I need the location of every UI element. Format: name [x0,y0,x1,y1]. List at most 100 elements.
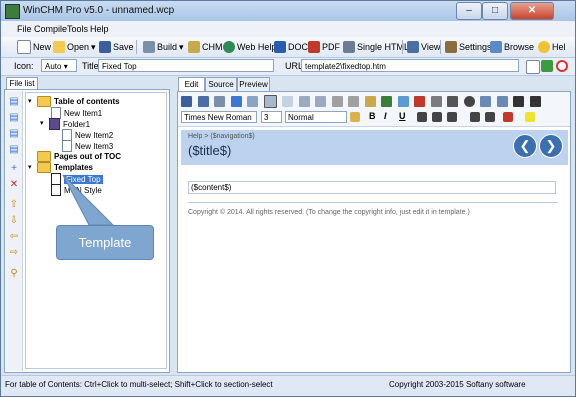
app-icon [5,4,20,19]
pdf-button[interactable]: PDF [308,39,340,55]
paragraph-style-select[interactable]: Normal [285,111,347,123]
bold-button[interactable]: B [369,111,376,121]
move-down-icon[interactable]: ⇩ [9,216,19,226]
copyright-icon[interactable] [463,96,475,107]
tab-preview[interactable]: Preview [237,77,270,91]
minimize-button[interactable]: – [456,2,482,20]
paragraph-icon[interactable] [282,96,294,107]
highlight-icon[interactable] [525,112,535,122]
redo-icon[interactable] [315,96,327,107]
toolbar-divider [136,40,137,54]
forward-arrow-icon[interactable]: ❯ [539,134,563,158]
collapse-icon[interactable]: ▾ [28,98,34,105]
font-color-icon[interactable] [503,112,513,122]
plus-icon[interactable]: + [9,164,19,174]
move-up-icon[interactable]: ⇧ [9,200,19,210]
line-break-icon[interactable] [447,96,459,107]
align-center-icon[interactable] [432,112,442,122]
align-left-icon[interactable] [417,112,427,122]
link-icon[interactable]: ⚲ [9,269,19,279]
page-icon[interactable] [526,60,540,74]
table-grid-icon[interactable] [263,95,277,108]
tree-node-toc[interactable]: ▾ Table of contents [28,96,120,107]
close-button[interactable]: ✕ [510,2,554,20]
collapse-icon[interactable]: ▾ [40,120,46,127]
add-child-icon[interactable]: ▤ [9,113,19,123]
paste-icon[interactable] [364,96,376,107]
outdent-icon[interactable] [513,96,525,107]
single-html-button[interactable]: Single HTML [343,39,409,55]
content-placeholder[interactable]: ($content$) [188,181,556,194]
indent-icon[interactable] [529,96,541,107]
doc-button[interactable]: DOC [274,39,308,55]
webhelp-button[interactable]: Web Help [223,39,276,55]
template-header: Help > ($navigation$) ($title$) ❮ ❯ [181,130,568,165]
divider [188,202,558,203]
folder-icon [37,151,51,162]
move-left-icon[interactable]: ⇦ [9,232,19,242]
align-right-icon[interactable] [447,112,457,122]
insert-page-icon[interactable] [197,96,209,107]
clear-icon[interactable] [556,60,568,72]
numbered-list-icon[interactable] [470,112,480,122]
window-title: WinCHM Pro v5.0 - unnamed.wcp [23,5,175,16]
add-topic-icon[interactable]: ▤ [9,97,19,107]
find-icon[interactable] [247,96,259,107]
open-folder-icon [53,41,65,53]
insert-table-icon[interactable] [480,96,492,107]
save-button[interactable]: Save [99,39,134,55]
new-button[interactable]: New [17,39,51,55]
build-button[interactable]: Build ▾ [143,39,184,55]
menu-compile[interactable]: Compile [34,24,67,34]
print-icon[interactable] [214,96,226,107]
bullet-list-icon[interactable] [485,112,495,122]
horizontal-rule-icon[interactable] [430,96,442,107]
editor-toolbar-row2: Times New Roman 3 Normal B I U [181,110,571,124]
outline-icon[interactable]: ▤ [9,129,19,139]
tree-node-templates[interactable]: ▾ Templates [28,162,93,173]
anchor-icon[interactable] [414,96,426,107]
underline-button[interactable]: U [399,111,406,121]
cut-icon[interactable] [331,96,343,107]
image-icon[interactable] [381,96,393,107]
help-icon [538,41,550,53]
refresh-icon[interactable] [541,60,553,72]
icon-select[interactable]: Auto ▾ [41,59,77,72]
tree-icon[interactable]: ▤ [9,145,19,155]
settings-button[interactable]: Settings [445,39,492,55]
menu-tools[interactable]: Tools [67,24,88,34]
table-props-icon[interactable] [496,96,508,107]
folder-icon [37,96,51,107]
delete-icon[interactable]: ✕ [9,180,19,190]
open-button[interactable]: Open ▾ [53,39,96,55]
app-window: WinCHM Pro v5.0 - unnamed.wcp – □ ✕ File… [0,0,576,397]
save-icon[interactable] [181,96,192,107]
clear-format-icon[interactable] [350,112,360,122]
tree-node-pages-out[interactable]: Pages out of TOC [37,151,121,162]
menu-help[interactable]: Help [90,24,109,34]
font-family-select[interactable]: Times New Roman [181,111,257,123]
spellcheck-icon[interactable] [230,96,242,107]
move-right-icon[interactable]: ⇨ [9,248,19,258]
help-button[interactable]: Hel [538,39,566,55]
document-canvas[interactable]: Help > ($navigation$) ($title$) ❮ ❯ ($co… [181,130,568,370]
tab-edit[interactable]: Edit [178,77,205,91]
undo-icon[interactable] [298,96,310,107]
url-field[interactable]: template2\fixedtop.htm [301,59,519,72]
toolbar-divider [440,40,441,54]
title-field[interactable]: Fixed Top [98,59,274,72]
maximize-button[interactable]: □ [482,2,508,20]
copyright-text: Copyright © 2014. All rights reserved. (… [188,209,470,216]
collapse-icon[interactable]: ▾ [28,164,34,171]
hyperlink-icon[interactable] [397,96,409,107]
browse-button[interactable]: Browse [490,39,534,55]
back-arrow-icon[interactable]: ❮ [513,134,537,158]
chm-button[interactable]: CHM [188,39,223,55]
view-icon [407,41,419,53]
menu-file[interactable]: File [17,24,32,34]
copy-icon[interactable] [348,96,360,107]
font-size-select[interactable]: 3 [261,111,282,123]
tab-source[interactable]: Source [205,77,237,91]
italic-button[interactable]: I [384,111,387,121]
view-button[interactable]: View [407,39,440,55]
